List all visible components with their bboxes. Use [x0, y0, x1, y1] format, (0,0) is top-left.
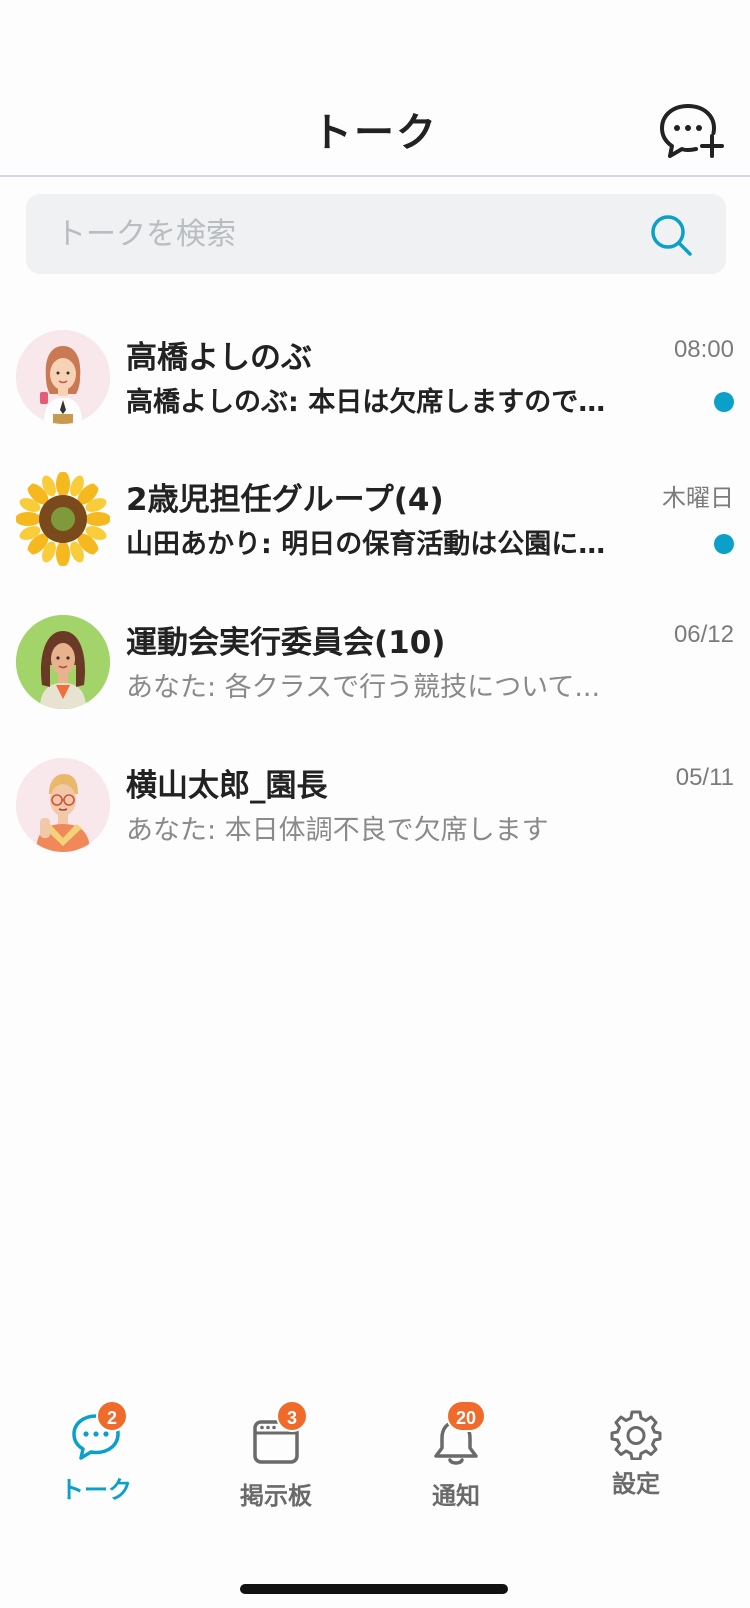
conversation-time: 08:00 [673, 336, 734, 363]
man-avatar-icon [16, 758, 110, 852]
conversation-preview: あなた: 各クラスで行う競技について... [126, 672, 601, 703]
avatar [16, 615, 110, 709]
conversation-preview: あなた: 本日体調不良で欠席します [126, 815, 549, 846]
search-bar[interactable] [26, 194, 726, 274]
tab-talk[interactable]: 2 トーク [16, 1400, 176, 1540]
tab-badge: 3 [276, 1400, 308, 1432]
unread-indicator [714, 534, 734, 554]
conversation-name: 2歳児担任グループ(4) [126, 482, 444, 518]
tab-badge: 20 [446, 1400, 487, 1432]
home-indicator [240, 1584, 508, 1594]
conversation-time: 06/12 [673, 621, 734, 648]
chat-plus-icon [660, 104, 724, 158]
tab-bar: 2 トーク 3 掲示板 20 通知 設定 [0, 1400, 750, 1608]
tab-label: 通知 [432, 1482, 480, 1510]
tab-board[interactable]: 3 掲示板 [196, 1400, 356, 1540]
conversation-row[interactable]: 横山太郎_園長 05/11 あなた: 本日体調不良で欠席します [0, 748, 750, 872]
header: トーク [0, 0, 750, 177]
search-icon[interactable] [648, 212, 694, 258]
conversation-time: 木曜日 [662, 485, 734, 512]
avatar [16, 758, 110, 852]
search-input[interactable] [56, 194, 616, 274]
woman-avatar-icon [16, 330, 110, 424]
conversation-preview: 山田あかり: 明日の保育活動は公園に... [126, 529, 606, 560]
conversation-name: 高橋よしのぶ [126, 340, 312, 376]
tab-label: トーク [60, 1476, 132, 1504]
sunflower-icon [16, 472, 110, 566]
conversation-preview: 高橋よしのぶ: 本日は欠席しますので... [126, 387, 606, 418]
new-chat-button[interactable] [658, 100, 724, 160]
unread-indicator [714, 392, 734, 412]
tab-notifications[interactable]: 20 通知 [376, 1400, 536, 1540]
page-title: トーク [312, 110, 438, 156]
gear-icon [610, 1410, 662, 1460]
conversation-row[interactable]: 2歳児担任グループ(4) 木曜日 山田あかり: 明日の保育活動は公園に... [0, 462, 750, 586]
tab-label: 掲示板 [240, 1482, 312, 1510]
conversation-time: 05/11 [675, 764, 734, 791]
woman-avatar-icon [16, 615, 110, 709]
conversation-row[interactable]: 高橋よしのぶ 08:00 高橋よしのぶ: 本日は欠席しますので... [0, 320, 750, 444]
tab-label: 設定 [612, 1470, 660, 1498]
conversation-name: 運動会実行委員会(10) [126, 625, 446, 661]
conversation-name: 横山太郎_園長 [126, 768, 328, 804]
tab-settings[interactable]: 設定 [556, 1400, 716, 1540]
conversation-row[interactable]: 運動会実行委員会(10) 06/12 あなた: 各クラスで行う競技について... [0, 605, 750, 729]
avatar [16, 330, 110, 424]
tab-badge: 2 [96, 1400, 128, 1432]
avatar [16, 472, 110, 566]
